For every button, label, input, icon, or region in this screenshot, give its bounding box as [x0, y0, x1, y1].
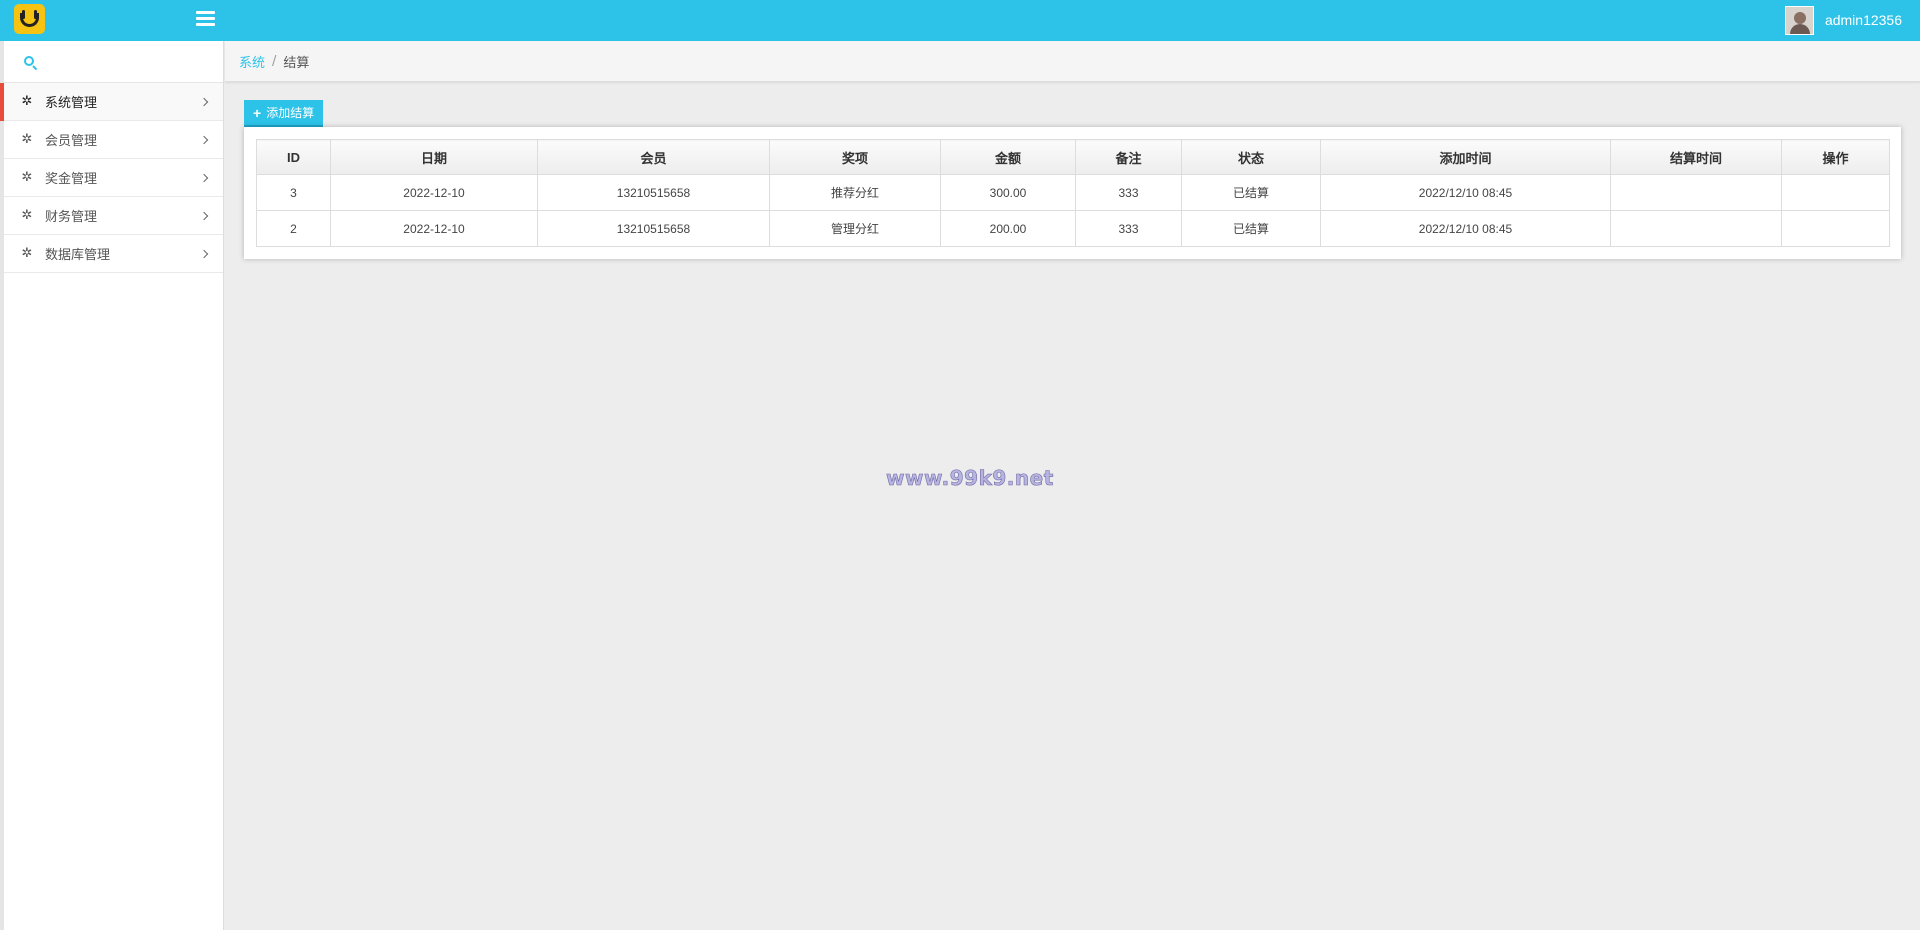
table-row: 3 2022-12-10 13210515658 推荐分红 300.00 333… — [256, 174, 1890, 211]
table-cell: 2 — [256, 210, 331, 247]
add-settlement-label: 添加结算 — [266, 106, 315, 120]
sidebar-item-finance[interactable]: ✲ 财务管理 — [4, 197, 223, 235]
user-name[interactable]: admin12356 — [1825, 12, 1902, 28]
logo-icon[interactable] — [14, 4, 45, 34]
table-cell: 推荐分红 — [769, 174, 941, 211]
settlement-panel: ID 日期 会员 奖项 金额 备注 状态 添加时间 结算时间 操作 3 2022… — [244, 127, 1901, 259]
chevron-right-icon — [199, 135, 209, 144]
table-cell: 300.00 — [940, 174, 1076, 211]
column-header[interactable]: 备注 — [1075, 139, 1182, 175]
gear-icon: ✲ — [21, 245, 33, 261]
sidebar: ✲ 系统管理 ✲ 会员管理 ✲ 奖金管理 ✲ 财务管理 ✲ 数据库管理 — [0, 41, 224, 930]
sidebar-item-label: 数据库管理 — [45, 247, 111, 262]
chevron-right-icon — [199, 211, 209, 220]
table-cell-actions — [1781, 174, 1890, 211]
chevron-right-icon — [199, 173, 209, 182]
table-cell: 3 — [256, 174, 331, 211]
sidebar-item-label: 系统管理 — [45, 95, 98, 110]
table-cell: 2022/12/10 08:45 — [1320, 174, 1611, 211]
breadcrumb-root-link[interactable]: 系统 — [239, 52, 265, 71]
table-cell: 2022-12-10 — [330, 174, 538, 211]
search-icon[interactable] — [24, 56, 34, 66]
breadcrumb-separator: / — [272, 53, 277, 69]
column-header[interactable]: 奖项 — [769, 139, 941, 175]
sidebar-search — [4, 41, 223, 83]
column-header[interactable]: 状态 — [1181, 139, 1321, 175]
table-cell: 2022-12-10 — [330, 210, 538, 247]
table-header-row: ID 日期 会员 奖项 金额 备注 状态 添加时间 结算时间 操作 — [256, 139, 1890, 175]
chevron-right-icon — [199, 249, 209, 258]
search-input[interactable] — [44, 49, 214, 75]
gear-icon: ✲ — [21, 93, 33, 109]
table-cell: 13210515658 — [537, 174, 770, 211]
chevron-right-icon — [199, 97, 209, 106]
watermark-text: www.99k9.net — [886, 466, 1054, 491]
sidebar-item-members[interactable]: ✲ 会员管理 — [4, 121, 223, 159]
sidebar-item-label: 奖金管理 — [45, 171, 98, 186]
table-cell: 13210515658 — [537, 210, 770, 247]
column-header[interactable]: 日期 — [330, 139, 538, 175]
avatar[interactable] — [1784, 5, 1814, 35]
column-header[interactable]: 添加时间 — [1320, 139, 1611, 175]
table-cell: 已结算 — [1181, 174, 1321, 211]
breadcrumb-current: 结算 — [283, 55, 310, 71]
table-cell — [1610, 174, 1782, 211]
table-cell: 200.00 — [940, 210, 1076, 247]
add-settlement-button[interactable]: + 添加结算 — [244, 100, 324, 127]
table-cell: 管理分红 — [769, 210, 941, 247]
column-header[interactable]: 金额 — [940, 139, 1076, 175]
table-cell-actions — [1781, 210, 1890, 247]
sidebar-item-label: 会员管理 — [45, 133, 98, 148]
menu-toggle-icon[interactable] — [196, 11, 215, 28]
column-header[interactable]: 操作 — [1781, 139, 1890, 175]
breadcrumb: 系统 / 结算 — [225, 41, 1920, 82]
sidebar-item-system[interactable]: ✲ 系统管理 — [0, 83, 223, 121]
gear-icon: ✲ — [21, 207, 33, 223]
table-cell: 333 — [1075, 210, 1182, 247]
column-header[interactable]: ID — [256, 139, 331, 175]
table-cell: 2022/12/10 08:45 — [1320, 210, 1611, 247]
plus-icon: + — [253, 104, 262, 121]
user-menu[interactable]: admin12356 — [1784, 5, 1902, 35]
top-bar: admin12356 — [0, 0, 1920, 41]
column-header[interactable]: 会员 — [537, 139, 770, 175]
gear-icon: ✲ — [21, 169, 33, 185]
table-row: 2 2022-12-10 13210515658 管理分红 200.00 333… — [256, 210, 1890, 247]
table-cell: 已结算 — [1181, 210, 1321, 247]
sidebar-item-label: 财务管理 — [45, 209, 98, 224]
settlement-table: ID 日期 会员 奖项 金额 备注 状态 添加时间 结算时间 操作 3 2022… — [256, 139, 1890, 247]
table-cell — [1610, 210, 1782, 247]
sidebar-item-bonus[interactable]: ✲ 奖金管理 — [4, 159, 223, 197]
gear-icon: ✲ — [21, 131, 33, 147]
sidebar-item-database[interactable]: ✲ 数据库管理 — [4, 235, 223, 273]
table-cell: 333 — [1075, 174, 1182, 211]
column-header[interactable]: 结算时间 — [1610, 139, 1782, 175]
